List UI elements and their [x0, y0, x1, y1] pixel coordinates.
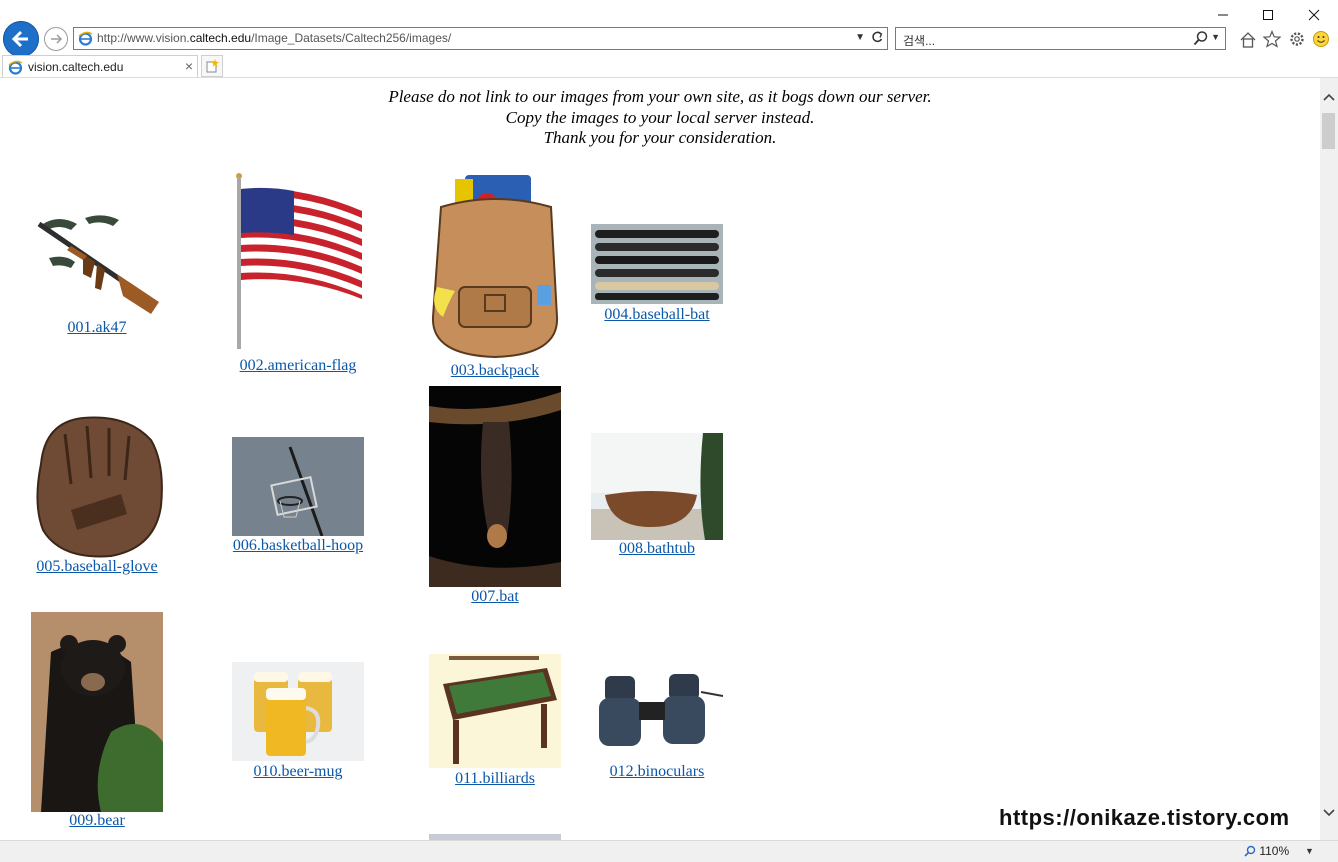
thumbnail-american-flag[interactable] [232, 171, 364, 351]
zoom-dropdown-icon[interactable]: ▼ [1305, 846, 1314, 856]
scrollbar-thumb[interactable] [1322, 113, 1335, 149]
thumbnail-bathtub[interactable] [591, 433, 723, 540]
new-tab-icon [206, 59, 219, 73]
search-placeholder: 검색... [903, 34, 936, 48]
thumbnail-ak47[interactable] [31, 210, 163, 320]
category-link-bat[interactable]: 007.bat [409, 588, 581, 606]
search-box[interactable]: 검색... ▼ [895, 27, 1226, 50]
category-link-basketball-hoop[interactable]: 006.basketball-hoop [212, 537, 384, 555]
back-button[interactable] [3, 21, 39, 57]
thumbnail-beer-mug[interactable] [232, 662, 364, 761]
thumbnail-backpack[interactable] [429, 167, 561, 361]
browser-chrome: http://www.vision.caltech.edu/Image_Data… [0, 0, 1338, 78]
favorites-star-icon[interactable] [1262, 30, 1282, 48]
watermark-text: https://onikaze.tistory.com [999, 805, 1290, 830]
thumbnail-baseball-glove[interactable] [31, 414, 163, 559]
tab-title: vision.caltech.edu [28, 60, 124, 74]
category-link-ak47[interactable]: 001.ak47 [31, 319, 163, 337]
thumbnail-bat[interactable] [429, 386, 561, 587]
page-content: Please do not link to our images from yo… [0, 78, 1320, 840]
category-link-bear[interactable]: 009.bear [11, 812, 183, 830]
forward-button[interactable] [44, 27, 68, 51]
ie-page-icon [78, 31, 93, 51]
close-tab-icon[interactable]: × [185, 58, 193, 74]
search-dropdown-icon[interactable]: ▼ [1211, 32, 1220, 42]
thumbnail-binoculars[interactable] [591, 662, 723, 761]
thumbnail-bear[interactable] [31, 612, 163, 812]
category-link-american-flag[interactable]: 002.american-flag [212, 357, 384, 375]
vertical-scrollbar[interactable] [1320, 78, 1338, 840]
scroll-up-icon[interactable] [1323, 92, 1335, 104]
refresh-icon[interactable] [871, 30, 883, 47]
address-dropdown-icon[interactable]: ▼ [855, 32, 865, 43]
address-url: http://www.vision.caltech.edu/Image_Data… [97, 31, 452, 45]
thumbnail-baseball-bat[interactable] [591, 224, 723, 304]
close-window-icon[interactable] [1291, 4, 1337, 26]
feedback-smiley-icon[interactable] [1311, 30, 1331, 48]
minimize-icon[interactable] [1200, 4, 1246, 26]
category-link-backpack[interactable]: 003.backpack [409, 362, 581, 380]
category-link-baseball-glove[interactable]: 005.baseball-glove [11, 558, 183, 576]
search-icon[interactable] [1193, 30, 1209, 51]
category-link-bathtub[interactable]: 008.bathtub [571, 540, 743, 558]
forward-arrow-icon [51, 34, 63, 44]
zoom-magnifier-icon [1244, 845, 1256, 857]
zoom-level[interactable]: 110% [1244, 844, 1289, 858]
category-link-billiards[interactable]: 011.billiards [409, 770, 581, 788]
notice-line-1: Please do not link to our images from yo… [388, 87, 932, 106]
notice-line-2: Copy the images to your local server ins… [505, 107, 815, 127]
category-link-baseball-bat[interactable]: 004.baseball-bat [571, 306, 743, 324]
scroll-down-icon[interactable] [1323, 808, 1335, 820]
thumbnail-billiards[interactable] [429, 654, 561, 768]
category-link-beer-mug[interactable]: 010.beer-mug [212, 763, 384, 781]
thumbnail-basketball-hoop[interactable] [232, 437, 364, 536]
address-bar[interactable]: http://www.vision.caltech.edu/Image_Data… [73, 27, 888, 50]
category-link-binoculars[interactable]: 012.binoculars [571, 763, 743, 781]
status-bar: 110% ▼ [0, 840, 1338, 862]
tab-caltech[interactable]: vision.caltech.edu × [2, 55, 198, 78]
maximize-icon[interactable] [1245, 4, 1291, 26]
new-tab-button[interactable] [201, 55, 223, 77]
back-arrow-icon [11, 30, 28, 48]
notice-text: Please do not link to our images from yo… [0, 87, 1320, 149]
settings-gear-icon[interactable] [1287, 30, 1307, 48]
home-icon[interactable] [1238, 30, 1258, 48]
notice-line-3: Thank you for your consideration. [543, 128, 777, 147]
